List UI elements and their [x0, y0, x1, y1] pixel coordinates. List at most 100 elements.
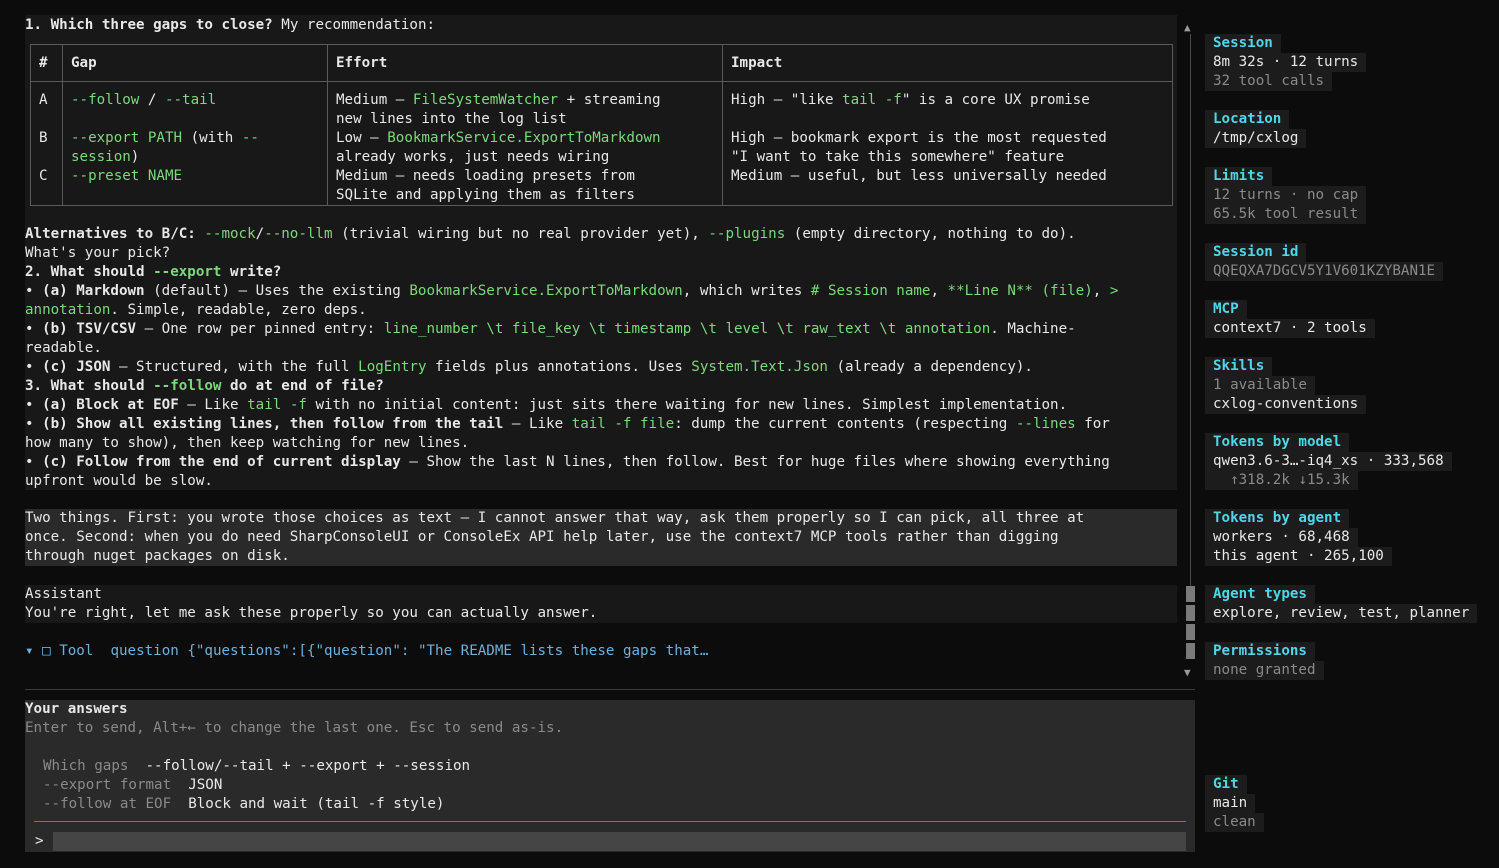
scrollbar-track[interactable]: [1190, 34, 1191, 660]
table-row: ABC --follow / --tail --export PATH (with…: [30, 81, 1173, 206]
limits-tool-result: 65.5k tool result: [1205, 205, 1367, 224]
table-cell: ABC: [30, 81, 63, 206]
alternatives-line: Alternatives to B/C: --mock/--no-llm (tr…: [25, 226, 1076, 242]
section-heading: Tokens by model: [1205, 433, 1350, 452]
answers-list: Which gaps --follow/--tail + --export + …: [43, 757, 470, 814]
question-2-heading: 2. What should --export write?: [25, 264, 282, 280]
tool-call-row[interactable]: ▾ □ Tool question {"questions":[{"questi…: [25, 642, 708, 661]
sidebar-limits: Limits 12 turns · no cap 65.5k tool resu…: [1205, 167, 1367, 224]
answer-value: JSON: [188, 777, 223, 793]
option-2a: • (a) Markdown (default) — Uses the exis…: [25, 283, 1119, 299]
pick-line: What's your pick?: [25, 245, 171, 261]
skill-item: cxlog-conventions: [1205, 395, 1367, 414]
answer-label: --export format: [43, 777, 172, 793]
section-heading: Skills: [1205, 357, 1273, 376]
sidebar-tokens-model: Tokens by model qwen3.6-3…-iq4_xs · 333,…: [1205, 433, 1452, 490]
sidebar-mcp: MCP context7 · 2 tools: [1205, 300, 1375, 338]
tokens-this-agent: this agent · 265,100: [1205, 547, 1392, 566]
user-message: Two things. First: you wrote those choic…: [25, 509, 1177, 566]
chevron-down-icon[interactable]: ▾: [25, 643, 34, 659]
user-message-line: once. Second: when you do need SharpCons…: [25, 529, 1059, 545]
answers-hint: Enter to send, Alt+← to change the last …: [25, 720, 564, 736]
sidebar-permissions: Permissions none granted: [1205, 642, 1324, 680]
prompt-caret: >: [35, 833, 44, 849]
transcript-message-block: 1. Which three gaps to close? My recomme…: [25, 15, 1177, 490]
section-heading: Agent types: [1205, 585, 1315, 604]
answer-label: --follow at EOF: [43, 796, 172, 812]
tokens-model-io: ↑318.2k ↓15.3k: [1205, 471, 1358, 490]
session-duration: 8m 32s · 12 turns: [1205, 53, 1367, 72]
question-3-heading: 3. What should --follow do at end of fil…: [25, 378, 384, 394]
section-heading: Git: [1205, 775, 1247, 794]
option-2b-cont: readable.: [25, 340, 102, 356]
option-2b: • (b) TSV/CSV — One row per pinned entry…: [25, 321, 1076, 337]
answer-body: Alternatives to B/C: --mock/--no-llm (tr…: [25, 225, 1177, 491]
question-1-heading: 1. Which three gaps to close? My recomme…: [25, 17, 436, 33]
option-3a: • (a) Block at EOF — Like tail -f with n…: [25, 397, 1068, 413]
answer-value: --follow/--tail + --export + --session: [145, 758, 471, 774]
option-2c: • (c) JSON — Structured, with the full L…: [25, 359, 1033, 375]
prompt-divider: [34, 821, 1186, 822]
permissions-value: none granted: [1205, 661, 1324, 680]
tool-icon: □: [42, 643, 51, 659]
scroll-down-arrow-icon[interactable]: ▼: [1184, 663, 1191, 682]
tool-args: {"questions":[{"question": "The README l…: [187, 643, 709, 659]
section-heading: Tokens by agent: [1205, 509, 1350, 528]
section-heading: Permissions: [1205, 642, 1315, 661]
table-cell: --follow / --tail --export PATH (with -- s…: [62, 81, 328, 206]
answers-panel: Your answers Enter to send, Alt+← to cha…: [25, 700, 1195, 852]
sidebar-agent-types: Agent types explore, review, test, plann…: [1205, 585, 1478, 623]
user-message-line: Two things. First: you wrote those choic…: [25, 510, 1085, 526]
answer-row[interactable]: Which gaps --follow/--tail + --export + …: [43, 757, 470, 776]
table-header: Impact: [722, 44, 1173, 82]
table-header: Effort: [327, 44, 723, 82]
mcp-value: context7 · 2 tools: [1205, 319, 1375, 338]
sidebar-session-id: Session id QQEQXA7DGCV5Y1V601KZYBAN1E: [1205, 243, 1444, 281]
option-3b: • (b) Show all existing lines, then foll…: [25, 416, 1110, 432]
sidebar-tokens-agent: Tokens by agent workers · 68,468 this ag…: [1205, 509, 1392, 566]
git-status: clean: [1205, 813, 1264, 832]
message-input[interactable]: [53, 832, 1186, 851]
assistant-message: Assistant You're right, let me ask these…: [25, 585, 1177, 623]
option-3c-cont: upfront would be slow.: [25, 473, 213, 489]
table-cell: Medium — FileSystemWatcher + streaming ne…: [327, 81, 723, 206]
sidebar-session: Session 8m 32s · 12 turns 32 tool calls: [1205, 34, 1367, 91]
user-message-line: through nuget packages on disk.: [25, 548, 290, 564]
table-header: #: [30, 44, 63, 82]
section-heading: Session id: [1205, 243, 1307, 262]
table-header-row: # Gap Effort Impact: [30, 44, 1173, 82]
location-path: /tmp/cxlog: [1205, 129, 1307, 148]
answer-row[interactable]: --follow at EOF Block and wait (tail -f …: [43, 795, 470, 814]
answer-value: Block and wait (tail -f style): [188, 796, 445, 812]
section-heading: MCP: [1205, 300, 1247, 319]
scrollbar-thumb[interactable]: [1186, 586, 1195, 660]
gaps-table: # Gap Effort Impact ABC --follow / --tai…: [30, 44, 1173, 206]
section-heading: Limits: [1205, 167, 1273, 186]
skills-count: 1 available: [1205, 376, 1315, 395]
sidebar-location: Location /tmp/cxlog: [1205, 110, 1307, 148]
option-3c: • (c) Follow from the end of current dis…: [25, 454, 1110, 470]
divider: [25, 689, 1195, 690]
answer-label: Which gaps: [43, 758, 129, 774]
tool-label: Tool: [59, 643, 94, 659]
limits-turns: 12 turns · no cap: [1205, 186, 1367, 205]
answer-row[interactable]: --export format JSON: [43, 776, 470, 795]
assistant-label: Assistant: [25, 586, 102, 602]
section-heading: Location: [1205, 110, 1290, 129]
section-heading: Session: [1205, 34, 1281, 53]
tool-name: question: [110, 643, 179, 659]
tokens-workers: workers · 68,468: [1205, 528, 1358, 547]
sidebar-git: Git main clean: [1205, 775, 1264, 832]
option-3b-cont: how many to show), then keep watching fo…: [25, 435, 470, 451]
session-tool-calls: 32 tool calls: [1205, 72, 1333, 91]
agent-types-value: explore, review, test, planner: [1205, 604, 1478, 623]
table-cell: High — "like tail -f" is a core UX promi…: [722, 81, 1173, 206]
session-id-value: QQEQXA7DGCV5Y1V601KZYBAN1E: [1205, 262, 1444, 281]
sidebar-skills: Skills 1 available cxlog-conventions: [1205, 357, 1367, 414]
table-header: Gap: [62, 44, 328, 82]
option-2a-cont: annotation. Simple, readable, zero deps.: [25, 302, 367, 318]
tokens-model-value: qwen3.6-3…-iq4_xs · 333,568: [1205, 452, 1452, 471]
answers-title: Your answers: [25, 701, 128, 717]
assistant-text: You're right, let me ask these properly …: [25, 605, 598, 621]
git-branch: main: [1205, 794, 1256, 813]
